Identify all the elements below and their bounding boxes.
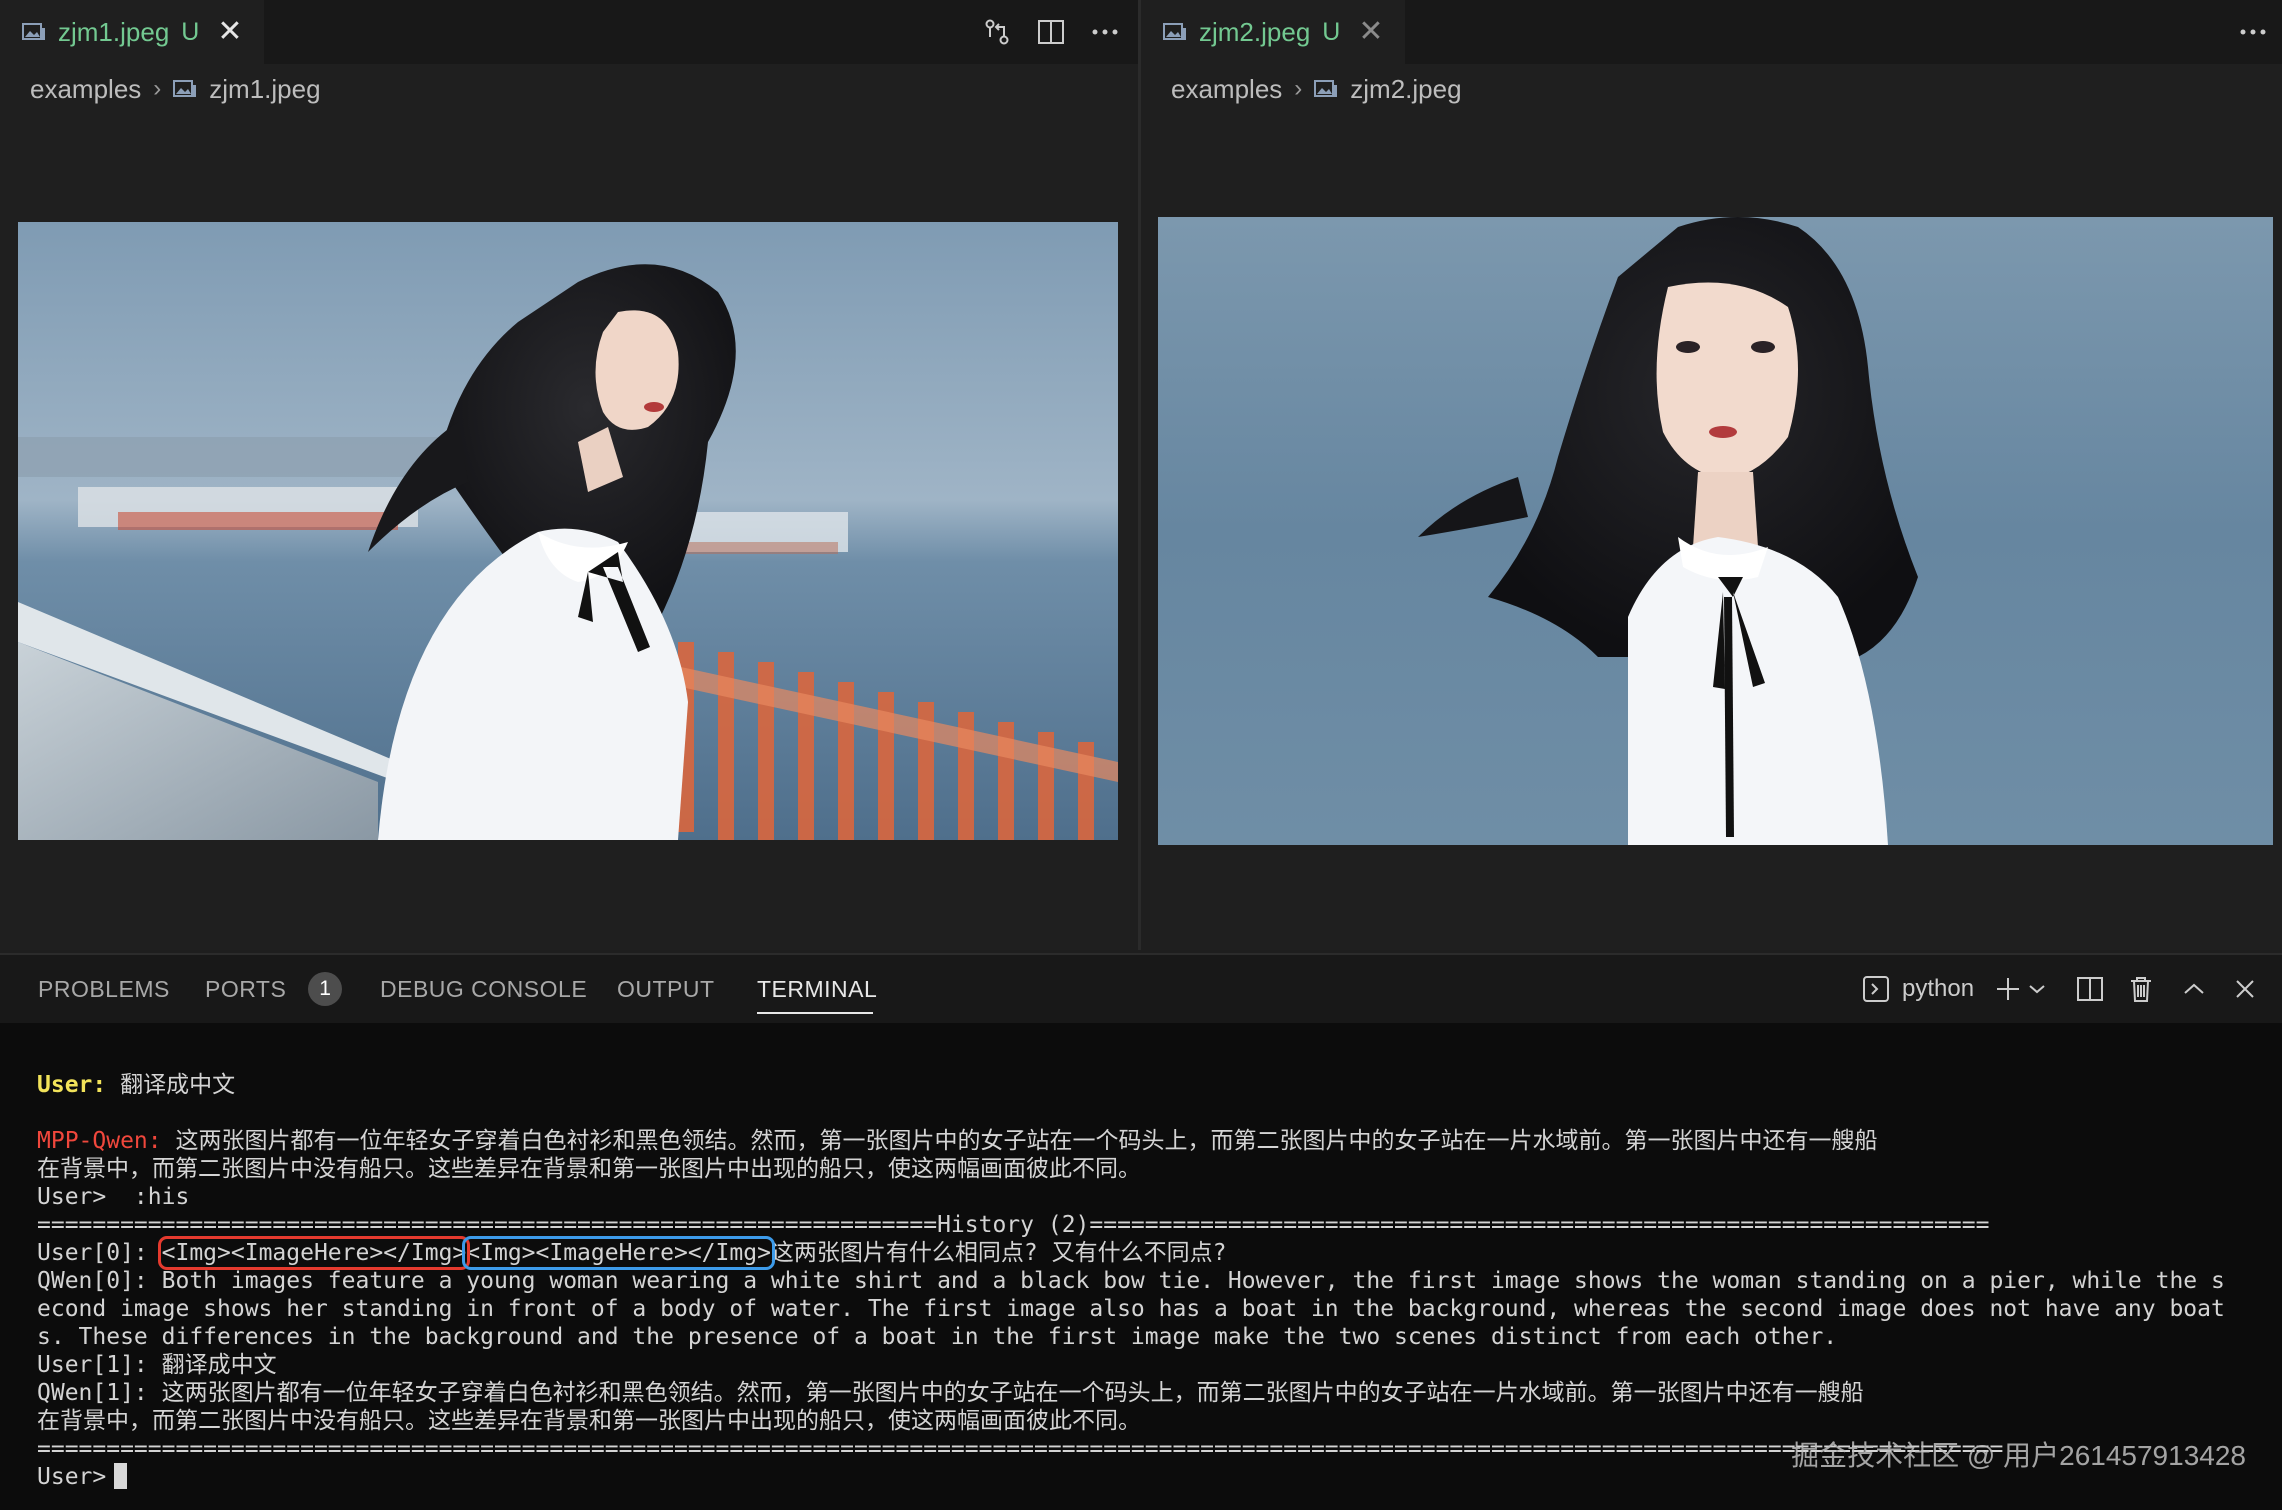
terminal-line: User: 翻译成中文 (37, 1071, 235, 1099)
terminal-prompt[interactable]: User> (37, 1463, 128, 1491)
panel-actions: python (1862, 955, 2282, 1023)
breadcrumb-separator: › (1294, 75, 1303, 102)
tab-ports[interactable]: PORTS 1 (205, 955, 343, 1023)
editor-group-left: zjm1.jpeg U ✕ examples › zjm1.jpeg (0, 0, 1138, 950)
terminal-line: QWen[0]: Both images feature a young wom… (37, 1268, 2225, 1294)
new-terminal-icon[interactable] (1994, 972, 2022, 1006)
tab-label: OUTPUT (617, 975, 715, 1002)
terminal-line: 在背景中，而第二张图片中没有船只。这些差异在背景和第一张图片中出现的船只，使这两… (37, 1156, 1141, 1182)
terminal-icon (1863, 976, 1889, 1002)
terminal-cursor (114, 1463, 128, 1489)
user-message: 翻译成中文 (106, 1072, 236, 1098)
editor-group-right: zjm2.jpeg U ✕ examples › zjm2.jpeg (1141, 0, 2282, 950)
tab-zjm1[interactable]: zjm1.jpeg U ✕ (0, 0, 265, 64)
terminal-profile-button[interactable]: python (1862, 972, 1974, 1006)
image-preview-zjm2 (1158, 217, 2273, 845)
history-user-text: 这两张图片有什么相同点? 又有什么不同点? (770, 1240, 1227, 1266)
trash-icon[interactable] (2128, 972, 2154, 1006)
user-label: User: (37, 1072, 107, 1098)
breadcrumb-separator: › (153, 75, 162, 102)
breadcrumb-folder[interactable]: examples (30, 74, 141, 105)
maximize-panel-icon[interactable] (2182, 972, 2206, 1006)
tab-label: zjm1.jpeg (58, 16, 170, 47)
close-icon[interactable]: ✕ (217, 17, 242, 47)
more-actions-icon[interactable] (2236, 15, 2270, 49)
untracked-badge: U (1322, 17, 1341, 46)
bottom-panel: PROBLEMS PORTS 1 DEBUG CONSOLE OUTPUT TE… (0, 953, 2282, 1510)
close-icon[interactable]: ✕ (1358, 17, 1383, 47)
terminal-line: User[0]: <Img><ImageHere></Img><Img><Ima… (37, 1236, 1227, 1270)
editor-actions (2216, 0, 2270, 64)
assistant-label: MPP-Qwen: (37, 1128, 162, 1154)
watermark: 掘金技术社区 @ 用户261457913428 (1791, 1440, 2246, 1471)
active-tab-indicator (757, 1012, 873, 1014)
editor-actions (960, 0, 1122, 64)
close-panel-icon[interactable] (2234, 972, 2256, 1006)
assistant-message: 这两张图片都有一位年轻女子穿着白色衬衫和黑色领结。然而，第一张图片中的女子站在一… (161, 1128, 1878, 1154)
tab-label: zjm2.jpeg (1199, 16, 1311, 47)
image-file-icon (1163, 23, 1186, 40)
history-separator: ========================================… (37, 1212, 1990, 1238)
image-token-highlight-red: <Img><ImageHere></Img> (157, 1236, 471, 1270)
image-token-highlight-blue: <Img><ImageHere></Img> (462, 1236, 775, 1270)
tab-label: PROBLEMS (38, 975, 170, 1002)
tab-zjm2[interactable]: zjm2.jpeg U ✕ (1141, 0, 1406, 64)
image-file-icon (173, 80, 197, 97)
tab-label: DEBUG CONSOLE (380, 975, 588, 1002)
history-end-separator: ========================================… (37, 1436, 2004, 1462)
panel-tab-bar: PROBLEMS PORTS 1 DEBUG CONSOLE OUTPUT TE… (0, 955, 2282, 1023)
image-file-icon (1314, 80, 1338, 97)
history-user-prefix: User[0]: (37, 1240, 148, 1266)
terminal-line: s. These differences in the background a… (37, 1324, 1838, 1350)
untracked-badge: U (181, 17, 200, 46)
terminal-line: User[1]: 翻译成中文 (37, 1352, 277, 1378)
prompt-label: User> (37, 1464, 107, 1490)
split-editor-icon[interactable] (1034, 15, 1068, 49)
tab-debug-console[interactable]: DEBUG CONSOLE (380, 955, 587, 1023)
tab-label: PORTS (205, 975, 287, 1002)
breadcrumb: examples › zjm1.jpeg (30, 68, 321, 110)
ports-count-badge: 1 (308, 972, 343, 1006)
tab-problems[interactable]: PROBLEMS (38, 955, 170, 1023)
chevron-down-icon[interactable] (2028, 972, 2046, 1006)
terminal-line: MPP-Qwen: 这两张图片都有一位年轻女子穿着白色衬衫和黑色领结。然而，第一… (37, 1127, 1877, 1155)
open-changes-icon[interactable] (980, 15, 1014, 49)
terminal-line: 在背景中，而第二张图片中没有船只。这些差异在背景和第一张图片中出现的船只，使这两… (37, 1408, 1141, 1434)
breadcrumb-folder[interactable]: examples (1171, 74, 1282, 105)
terminal-line: QWen[1]: 这两张图片都有一位年轻女子穿着白色衬衫和黑色领结。然而，第一张… (37, 1380, 1864, 1406)
terminal-line: User> :his (37, 1184, 190, 1210)
more-actions-icon[interactable] (1088, 15, 1122, 49)
split-terminal-icon[interactable] (2076, 972, 2104, 1006)
image-preview-zjm1 (18, 222, 1118, 840)
tab-bar: zjm1.jpeg U ✕ (0, 0, 1138, 64)
tab-output[interactable]: OUTPUT (617, 955, 715, 1023)
tab-bar: zjm2.jpeg U ✕ (1141, 0, 2282, 64)
breadcrumb-file[interactable]: zjm1.jpeg (209, 74, 320, 105)
terminal-profile-label: python (1902, 975, 1975, 1002)
terminal-line: econd image shows her standing in front … (37, 1296, 2225, 1322)
image-file-icon (22, 23, 45, 40)
breadcrumb: examples › zjm2.jpeg (1171, 68, 1462, 110)
tab-label: TERMINAL (757, 975, 878, 1002)
breadcrumb-file[interactable]: zjm2.jpeg (1350, 74, 1461, 105)
